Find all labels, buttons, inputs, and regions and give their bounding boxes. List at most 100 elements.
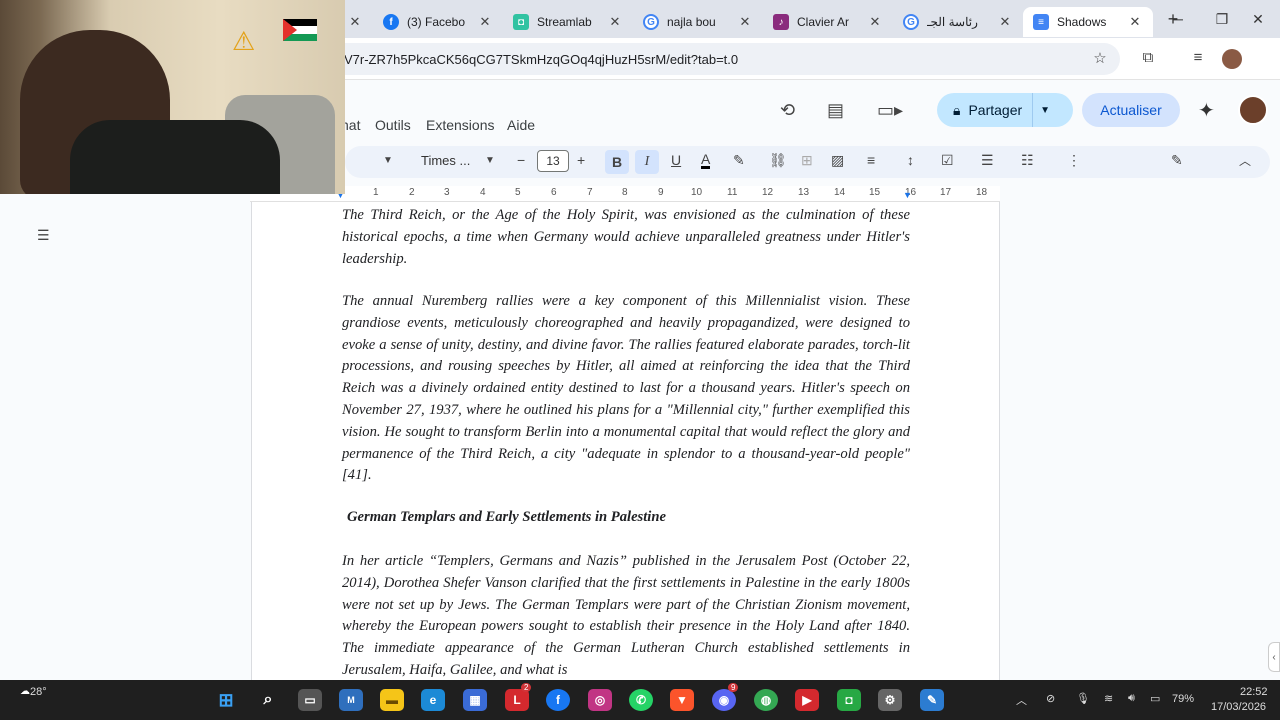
bookmark-star-icon[interactable]: ☆	[1090, 49, 1110, 67]
ruler-number: 10	[691, 187, 703, 198]
clock-time[interactable]: 22:52	[1240, 686, 1268, 698]
update-button[interactable]: Actualiser	[1082, 93, 1180, 127]
paragraph-3[interactable]: In her article “Templers, Germans and Na…	[342, 551, 910, 680]
line-spacing-icon[interactable]: ↕	[907, 152, 914, 168]
italic-icon[interactable]: I	[635, 150, 659, 174]
ruler[interactable]: 1 2 3 4 5 6 7 8 9 10 11 12 13 14 15 16 1…	[250, 186, 1000, 202]
edge-icon[interactable]: e	[421, 689, 445, 711]
browser-profile-avatar[interactable]	[1222, 49, 1242, 69]
collapse-toolbar-icon[interactable]: ︿	[1239, 152, 1251, 169]
search-icon[interactable]: ⌕	[256, 689, 280, 711]
share-button[interactable]: 🔒︎ Partager ▼	[937, 93, 1073, 127]
facebook-icon: f	[383, 14, 399, 30]
close-window-icon[interactable]: ✕	[1236, 0, 1280, 38]
minimize-icon[interactable]: ─	[1156, 0, 1200, 38]
document-page[interactable]: The Third Reich, or the Age of the Holy …	[251, 202, 1000, 680]
section-heading[interactable]: German Templars and Early Settlements in…	[347, 509, 666, 526]
settings-gear-icon[interactable]: ⚙	[878, 689, 902, 711]
checklist-icon[interactable]: ☑	[941, 152, 954, 169]
file-explorer-icon[interactable]: ▬	[380, 689, 404, 711]
windows-start-icon[interactable]: ⊞	[214, 689, 238, 711]
playlist-icon[interactable]: ≡	[1188, 49, 1208, 66]
chrome-icon[interactable]: ◍	[754, 689, 778, 711]
chevron-down-icon[interactable]: ▼	[1040, 105, 1050, 116]
wifi-icon[interactable]: ≋	[1104, 692, 1113, 705]
font-family-select[interactable]: Times ...	[421, 153, 470, 168]
menu-help[interactable]: Aide	[507, 117, 535, 133]
ruler-number: 14	[834, 187, 846, 198]
chevron-down-icon[interactable]: ▼	[383, 155, 393, 166]
menu-tools[interactable]: Outils	[375, 117, 411, 133]
whatsapp-icon[interactable]: ✆	[629, 689, 653, 711]
avatar[interactable]	[1238, 95, 1268, 125]
bold-icon[interactable]: B	[605, 150, 629, 174]
ruler-number: 13	[798, 187, 810, 198]
numbered-list-icon[interactable]: ☷	[1021, 152, 1034, 169]
close-tab-icon[interactable]: ✕	[997, 14, 1013, 30]
underline-icon[interactable]: U	[671, 152, 681, 168]
l-app-icon[interactable]: L	[505, 689, 529, 711]
extensions-icon[interactable]: ⧉	[1138, 49, 1158, 66]
document-outline-icon[interactable]: ☰	[37, 227, 50, 244]
paint-icon[interactable]: ✎	[920, 689, 944, 711]
edit-mode-icon[interactable]: ✎	[1171, 152, 1183, 169]
weather-icon[interactable]: ☁	[20, 686, 30, 697]
meet-icon[interactable]: ▭▸	[877, 100, 903, 121]
streamlabs-app-icon[interactable]: ◘	[837, 689, 861, 711]
m365-icon[interactable]: M	[339, 689, 363, 711]
facebook-icon[interactable]: f	[546, 689, 570, 711]
side-panel-toggle-icon[interactable]: ‹	[1268, 642, 1280, 672]
clock-date[interactable]: 17/03/2026	[1211, 701, 1266, 713]
discord-icon[interactable]: ◉	[712, 689, 736, 711]
paragraph-1[interactable]: The Third Reich, or the Age of the Holy …	[342, 205, 910, 270]
tab-clavier[interactable]: ♪ Clavier Ar ✕	[763, 7, 893, 37]
microphone-icon[interactable]: 🎙︎	[1076, 692, 1090, 705]
address-bar[interactable]: V7r-ZR7h5PkcaCK56qCG7TSkmHzqGOq4qjHuzH5s…	[330, 43, 1120, 75]
volume-icon[interactable]: 🔊︎	[1128, 692, 1135, 705]
increase-font-icon[interactable]: +	[577, 152, 585, 168]
chevron-down-icon[interactable]: ▼	[485, 155, 495, 166]
tab-google-search[interactable]: G najla bou ✕	[633, 7, 763, 37]
close-tab-icon[interactable]: ✕	[737, 14, 753, 30]
link-icon[interactable]: ⛓	[769, 152, 787, 169]
clavier-icon: ♪	[773, 14, 789, 30]
right-indent-marker-icon[interactable]: ▼	[903, 190, 912, 200]
close-tab-icon[interactable]: ✕	[347, 14, 363, 30]
task-view-icon[interactable]: ▭	[298, 689, 322, 711]
youtube-icon[interactable]: ▶	[795, 689, 819, 711]
tab-google-arabic[interactable]: G رئاسة الجـ ✕	[893, 7, 1023, 37]
brave-icon[interactable]: ▼	[670, 689, 694, 711]
tab-0[interactable]: ✕	[345, 7, 373, 37]
font-size-input[interactable]: 13	[537, 150, 569, 172]
instagram-icon[interactable]: ◎	[588, 689, 612, 711]
close-tab-icon[interactable]: ✕	[1127, 14, 1143, 30]
docs-icon: ≡	[1033, 14, 1049, 30]
comment-icon[interactable]: ▤	[827, 100, 844, 121]
bulleted-list-icon[interactable]: ☰	[981, 152, 994, 169]
align-icon[interactable]: ≡	[867, 152, 875, 168]
paragraph-2[interactable]: The annual Nuremberg rallies were a key …	[342, 291, 910, 487]
close-tab-icon[interactable]: ✕	[607, 14, 623, 30]
ruler-number: 15	[869, 187, 881, 198]
gemini-icon[interactable]: ✦	[1198, 98, 1215, 123]
ruler-number: 18	[976, 187, 988, 198]
menu-extensions[interactable]: Extensions	[426, 117, 494, 133]
history-icon[interactable]: ⟲	[780, 100, 795, 121]
network-off-icon[interactable]: ⊘	[1046, 692, 1055, 705]
tray-chevron-up-icon[interactable]: ︿	[1016, 692, 1027, 708]
add-comment-icon[interactable]: ⊞	[801, 152, 813, 169]
more-options-icon[interactable]: ⋮	[1067, 152, 1081, 169]
tab-shadows[interactable]: ≡ Shadows ✕	[1023, 7, 1153, 37]
store-icon[interactable]: ▦	[463, 689, 487, 711]
battery-icon[interactable]: ▭	[1150, 692, 1160, 705]
insert-image-icon[interactable]: ▨	[831, 152, 844, 169]
highlight-icon[interactable]: ✎	[733, 152, 745, 169]
battery-percent: 79%	[1172, 693, 1195, 705]
tab-streamlabs[interactable]: ◘ Streamlab ✕	[503, 7, 633, 37]
close-tab-icon[interactable]: ✕	[867, 14, 883, 30]
close-tab-icon[interactable]: ✕	[477, 14, 493, 30]
text-color-icon[interactable]: A	[701, 152, 711, 169]
decrease-font-icon[interactable]: −	[517, 152, 525, 168]
streamlabs-icon: ◘	[513, 14, 529, 30]
tab-facebook[interactable]: f (3) Facebo ✕	[373, 7, 503, 37]
